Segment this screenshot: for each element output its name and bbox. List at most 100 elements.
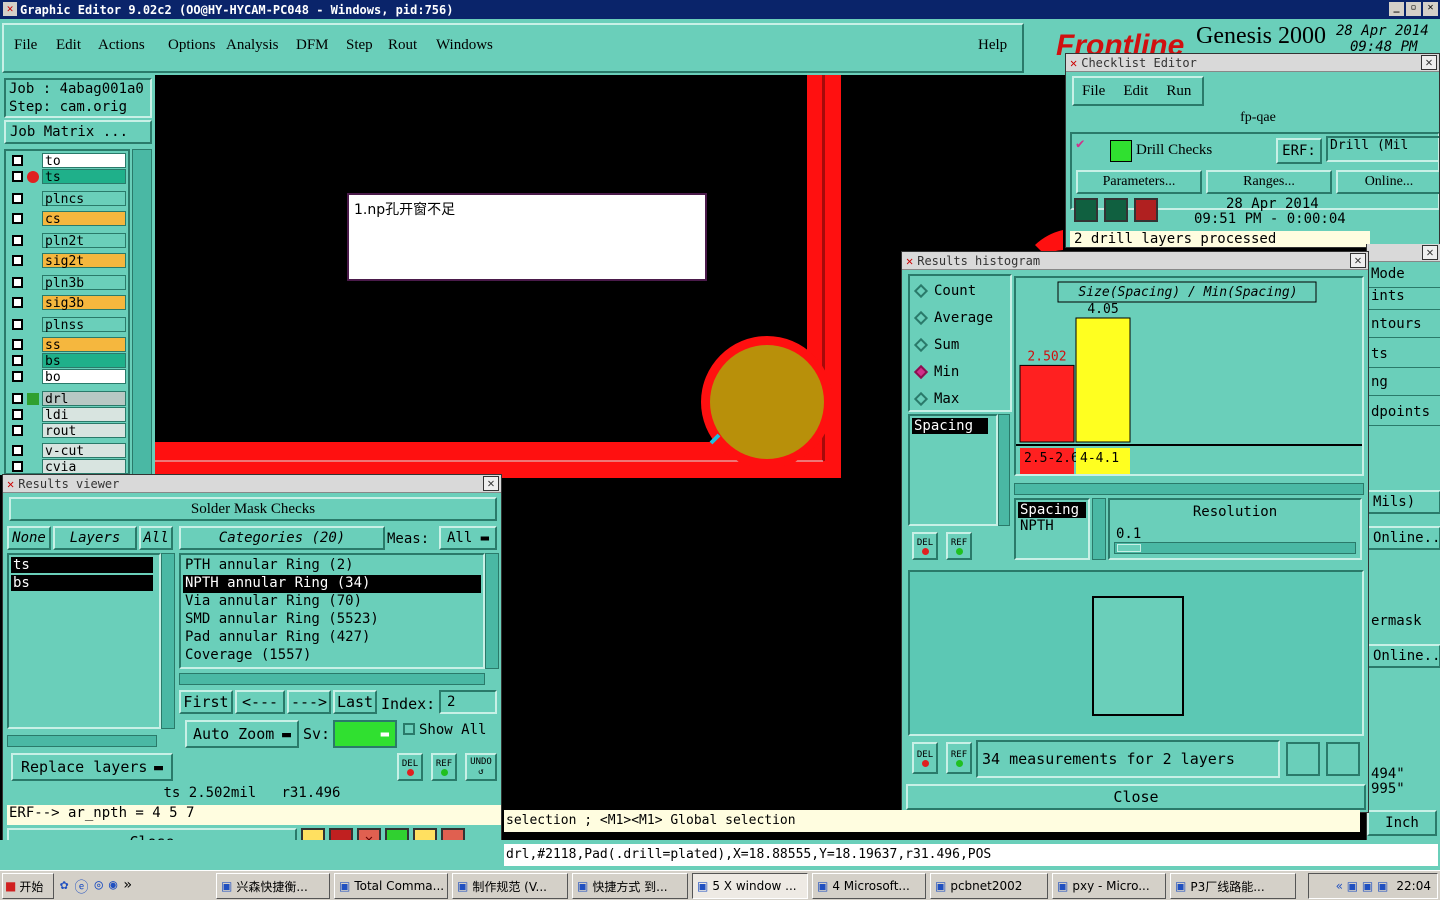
category-hscroll[interactable]: [179, 673, 485, 685]
layer-checkbox[interactable]: [12, 171, 23, 182]
resolution-slider[interactable]: [1114, 542, 1356, 554]
online-button[interactable]: Online...: [1336, 170, 1439, 194]
layer-scrollbar[interactable]: [132, 149, 152, 475]
category-item[interactable]: NPTH annular Ring (34): [183, 575, 481, 593]
rp-item[interactable]: ts: [1369, 344, 1440, 368]
layer-row[interactable]: drl: [8, 391, 128, 407]
all-button[interactable]: All: [139, 526, 173, 550]
stat-option-min[interactable]: Min: [912, 361, 1007, 383]
layer-checkbox[interactable]: [12, 297, 23, 308]
stat-option-average[interactable]: Average: [912, 307, 1007, 329]
close-window-button[interactable]: ✕: [1423, 2, 1438, 16]
ranges-button[interactable]: Ranges...: [1206, 170, 1332, 194]
menu-options[interactable]: Options: [168, 37, 216, 54]
rp-item[interactable]: ng: [1369, 372, 1440, 396]
histogram-bar[interactable]: [1019, 364, 1075, 443]
erf-value[interactable]: Drill (Mil: [1326, 136, 1439, 162]
rv-layer-item[interactable]: bs: [11, 575, 153, 591]
layer-row[interactable]: ss: [8, 337, 128, 353]
menu-edit[interactable]: Edit: [56, 37, 81, 54]
hist-close-button[interactable]: Close: [906, 784, 1366, 810]
zoom-fit-icon[interactable]: [1326, 742, 1360, 776]
layer-row[interactable]: rout: [8, 423, 128, 439]
rv-layer-item[interactable]: ts: [11, 557, 153, 573]
job-matrix-button[interactable]: Job Matrix ...: [4, 120, 152, 144]
layer-checkbox[interactable]: [12, 319, 23, 330]
layer-checkbox[interactable]: [12, 393, 23, 404]
prev-button[interactable]: <---: [235, 690, 285, 714]
layer-checkbox[interactable]: [12, 355, 23, 366]
checklist-menu-edit[interactable]: Edit: [1123, 83, 1148, 100]
category-scrollbar[interactable]: [485, 553, 499, 669]
undo-button[interactable]: UNDO ↺: [465, 753, 497, 781]
taskbar-item[interactable]: ▣ pxy - Micro...: [1052, 873, 1166, 899]
online-button-1[interactable]: Online...: [1367, 526, 1440, 550]
type-list-scrollbar[interactable]: [1092, 498, 1106, 560]
meas-dropdown[interactable]: All ▬: [439, 526, 497, 550]
menu-rout[interactable]: Rout: [388, 37, 417, 54]
close-icon[interactable]: ✕: [1350, 253, 1366, 268]
category-item[interactable]: SMD annular Ring (5523): [183, 611, 481, 629]
checklist-menu-file[interactable]: File: [1082, 83, 1105, 100]
category-list[interactable]: PTH annular Ring (2) NPTH annular Ring (3…: [179, 553, 485, 669]
layer-row[interactable]: ldi: [8, 407, 128, 423]
close-icon[interactable]: ✕: [1422, 245, 1438, 260]
layer-row[interactable]: sig3b: [8, 295, 128, 311]
stat-option-max[interactable]: Max: [912, 388, 1007, 410]
close-icon[interactable]: ✕: [1421, 55, 1437, 70]
histogram-bar[interactable]: [1075, 317, 1131, 443]
layer-checkbox[interactable]: [12, 371, 23, 382]
taskbar-item[interactable]: ▣ pcbnet2002: [930, 873, 1048, 899]
rp-item[interactable]: ints: [1369, 286, 1440, 310]
stat-list[interactable]: Spacing: [908, 414, 998, 526]
mils-field[interactable]: Mils): [1367, 490, 1440, 514]
categories-tab[interactable]: Categories (20): [179, 526, 385, 550]
layer-checkbox[interactable]: [12, 409, 23, 420]
zoom-view-icon[interactable]: [1286, 742, 1320, 776]
ie-icon[interactable]: ⓔ: [74, 877, 88, 897]
layer-row[interactable]: cvia: [8, 459, 128, 473]
menu-step[interactable]: Step: [346, 37, 373, 54]
taskbar-item[interactable]: ▣ Total Comma...: [334, 873, 448, 899]
online-button-2[interactable]: Online...: [1367, 644, 1440, 668]
stat-list-scrollbar[interactable]: [998, 414, 1010, 526]
rp-item[interactable]: Mode: [1369, 264, 1440, 288]
rp-item[interactable]: ntours: [1369, 314, 1440, 338]
menu-windows[interactable]: Windows: [436, 37, 493, 54]
app-quick-icon-3[interactable]: ◉: [109, 877, 117, 897]
layer-results-list[interactable]: ts bs: [7, 553, 161, 729]
stat-option-count[interactable]: Count: [912, 280, 1007, 302]
hist-del-button-2[interactable]: DEL: [912, 742, 938, 774]
run-all-icon[interactable]: [1104, 198, 1128, 222]
taskbar-item[interactable]: ▣ 快捷方式 到...: [572, 873, 688, 899]
category-item[interactable]: Coverage (1557): [183, 647, 481, 665]
last-button[interactable]: Last: [333, 690, 377, 714]
next-button[interactable]: --->: [287, 690, 331, 714]
type-list[interactable]: Spacing NPTH: [1014, 498, 1090, 560]
layer-row[interactable]: bo: [8, 369, 128, 385]
first-button[interactable]: First: [179, 690, 233, 714]
hist-del-button[interactable]: DEL: [912, 532, 938, 560]
stat-option-sum[interactable]: Sum: [912, 334, 1007, 356]
layers-tab[interactable]: Layers: [53, 526, 137, 550]
menu-file[interactable]: File: [14, 37, 37, 54]
type-list-item-npth[interactable]: NPTH: [1018, 518, 1086, 534]
checklist-menu-run[interactable]: Run: [1166, 83, 1191, 100]
taskbar-item[interactable]: ▣ 5 X window ...: [692, 873, 808, 899]
taskbar-item[interactable]: ▣ 兴森快捷衡...: [216, 873, 330, 899]
start-button[interactable]: ■ 开始: [2, 873, 54, 899]
layer-checkbox[interactable]: [12, 339, 23, 350]
ref-button[interactable]: REF: [431, 753, 457, 781]
slider-thumb[interactable]: [1117, 544, 1141, 552]
layer-row[interactable]: v-cut: [8, 443, 128, 459]
index-input[interactable]: 2: [439, 690, 497, 714]
layer-checkbox[interactable]: [12, 235, 23, 246]
layer-row[interactable]: pln3b: [8, 275, 128, 291]
layer-list-hscroll[interactable]: [7, 735, 157, 747]
taskbar-item[interactable]: ▣ 制作规范 (V...: [452, 873, 568, 899]
menu-dfm[interactable]: DFM: [296, 37, 329, 54]
layer-checkbox[interactable]: [12, 155, 23, 166]
layer-row[interactable]: sig2t: [8, 253, 128, 269]
app-quick-icon-2[interactable]: ◎: [94, 877, 102, 897]
run-icon[interactable]: [1074, 198, 1098, 222]
